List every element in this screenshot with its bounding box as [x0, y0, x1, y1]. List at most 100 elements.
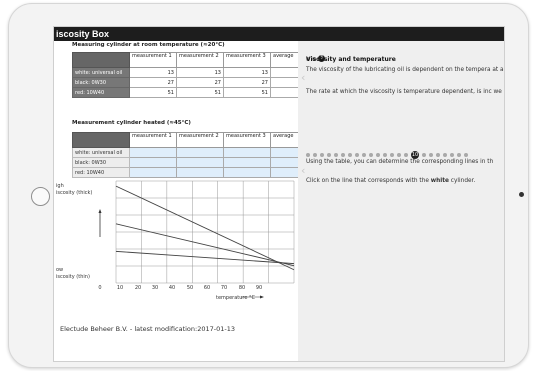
progress-dot[interactable]: [348, 152, 352, 157]
table-row: black: 0W30 27 27 27 27: [72, 77, 309, 88]
x-tick-label: 60: [204, 285, 210, 291]
table-row: red: 10W40 51 51 51 51: [72, 87, 309, 98]
left-panel: Measuring cylinder at room temperature (…: [54, 41, 309, 361]
row-label: white: universal oil: [72, 147, 130, 158]
progress-dot[interactable]: [341, 152, 345, 157]
table-cell: 13: [129, 67, 177, 78]
row-label: black: 0W30: [72, 77, 130, 88]
window-title: iscosity Box: [54, 27, 504, 41]
table-cell: 13: [223, 67, 271, 78]
table-cell: 27: [129, 77, 177, 88]
progress-dot[interactable]: [390, 152, 394, 157]
x-tick-label: 40: [169, 285, 175, 291]
row-label: white: universal oil: [72, 67, 130, 78]
input-cell[interactable]: [223, 157, 271, 168]
table-cell: 27: [176, 77, 224, 88]
table-row: white: universal oil 13 13 13 13: [72, 67, 309, 78]
x-axis-label: temperature °C: [216, 295, 256, 301]
progress-dot[interactable]: [443, 152, 447, 157]
paragraph-1: The viscosity of the lubricating oil is …: [306, 67, 504, 73]
progress-dot[interactable]: [306, 152, 310, 157]
progress-dot[interactable]: [355, 152, 359, 157]
x-tick-label: 80: [239, 285, 245, 291]
progress-dot[interactable]: [450, 152, 454, 157]
table-row: black: 0W30: [72, 157, 309, 168]
input-cell[interactable]: [176, 157, 224, 168]
app-screen: iscosity Box Measuring cylinder at room …: [53, 26, 505, 362]
table-corner: [72, 52, 130, 68]
progress-dot[interactable]: [429, 152, 433, 157]
progress-dot[interactable]: [436, 152, 440, 157]
table2-header: measurement 3: [223, 132, 271, 148]
series-line-2[interactable]: [115, 223, 295, 267]
progress-dot[interactable]: [397, 152, 401, 157]
input-cell[interactable]: [129, 167, 177, 178]
x-tick-label: 10: [117, 285, 123, 291]
instruction-text: cylinder.: [448, 178, 476, 184]
table2-header: measurement 2: [176, 132, 224, 148]
ylabel-bottom-2: iscosity (thin): [56, 274, 90, 280]
prev-arrow-icon[interactable]: ‹: [301, 164, 305, 177]
progress-dot[interactable]: [362, 152, 366, 157]
table1-header: measurement 2: [176, 52, 224, 68]
progress-dot[interactable]: [320, 152, 324, 157]
row-label: red: 10W40: [72, 167, 130, 178]
row-label: black: 0W30: [72, 157, 130, 168]
input-cell[interactable]: [129, 157, 177, 168]
section-heading: Viscosity and temperature: [306, 56, 396, 63]
x-tick-label: 0: [98, 285, 101, 291]
table2-header: measurement 1: [129, 132, 177, 148]
ylabel-top-2: iscosity (thick): [56, 190, 92, 196]
progress-dot[interactable]: [422, 152, 426, 157]
y-arrow-head: [98, 209, 102, 213]
instruction-1: Using the table, you can determine the c…: [306, 159, 494, 165]
input-cell[interactable]: [223, 167, 271, 178]
table-cell: 51: [176, 87, 224, 98]
table1-header: measurement 1: [129, 52, 177, 68]
input-cell[interactable]: [176, 147, 224, 158]
progress-dot[interactable]: [313, 152, 317, 157]
ylabel-bottom-1: ow: [56, 267, 63, 273]
table-cell: 51: [129, 87, 177, 98]
progress-dot[interactable]: [464, 152, 468, 157]
heated-table: measurement 1 measurement 2 measurement …: [72, 132, 309, 178]
progress-dots: 10: [306, 144, 471, 159]
instruction-2: Click on the line that corresponds with …: [306, 177, 504, 185]
progress-dot[interactable]: [404, 152, 408, 157]
input-cell[interactable]: [223, 147, 271, 158]
viscosity-chart: igh iscosity (thick) ow iscosity (thin) …: [56, 180, 295, 301]
table-cell: 27: [223, 77, 271, 88]
x-tick-label: 30: [152, 285, 158, 291]
progress-dot[interactable]: [383, 152, 387, 157]
progress-dot[interactable]: [457, 152, 461, 157]
x-tick-label: 90: [256, 285, 262, 291]
progress-dot[interactable]: [369, 152, 373, 157]
x-arrow-head: [260, 295, 264, 299]
x-tick-label: 50: [187, 285, 193, 291]
instruction-emphasis: white: [430, 178, 449, 184]
table2-caption: Measurement cylinder heated (≈45°C): [72, 120, 191, 126]
prev-arrow-icon[interactable]: ‹: [301, 71, 305, 84]
progress-dot[interactable]: [334, 152, 338, 157]
home-button[interactable]: [31, 187, 50, 206]
right-panel: 3 Viscosity and temperature The viscosit…: [298, 41, 504, 361]
progress-dot[interactable]: [376, 152, 380, 157]
progress-dot[interactable]: [327, 152, 331, 157]
input-cell[interactable]: [129, 147, 177, 158]
tablet-frame: iscosity Box Measuring cylinder at room …: [8, 3, 529, 368]
paragraph-2: The rate at which the viscosity is tempe…: [306, 89, 504, 95]
chart-grid: [115, 180, 295, 284]
table-row: red: 10W40: [72, 167, 309, 178]
table-cell: 13: [176, 67, 224, 78]
x-tick-label: 70: [221, 285, 227, 291]
table1-header: measurement 3: [223, 52, 271, 68]
footer-text: Electude Beheer B.V. - latest modificati…: [60, 325, 235, 333]
ylabel-top-1: igh: [56, 183, 64, 189]
camera-dot: [519, 192, 524, 197]
table-corner: [72, 132, 130, 148]
input-cell[interactable]: [176, 167, 224, 178]
table-cell: 51: [223, 87, 271, 98]
instruction-text: Click on the line that corresponds with …: [306, 178, 431, 184]
table1-caption: Measuring cylinder at room temperature (…: [72, 42, 225, 48]
x-tick-label: 20: [135, 285, 141, 291]
